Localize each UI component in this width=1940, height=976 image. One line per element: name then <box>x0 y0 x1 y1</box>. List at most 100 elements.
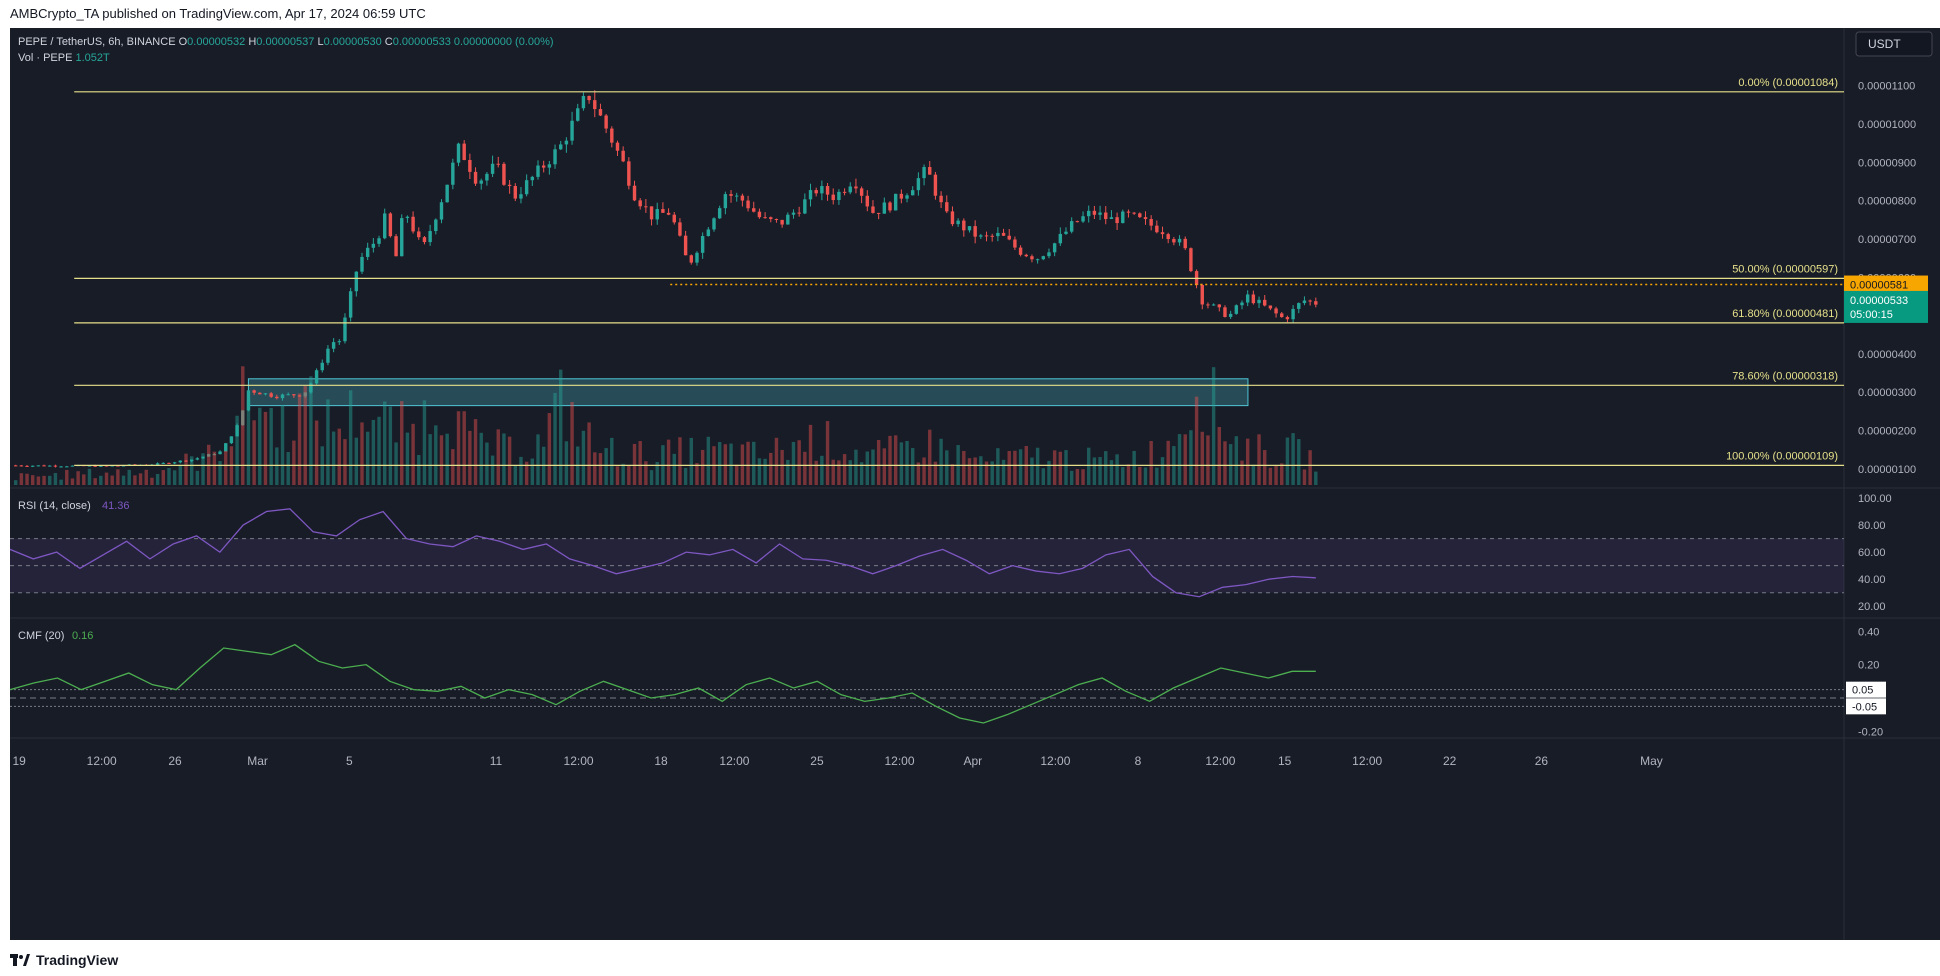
volume-bar <box>1166 440 1170 485</box>
legend-part: PEPE / TetherUS, 6h, BINANCE <box>18 36 179 48</box>
volume-bar <box>280 404 285 485</box>
volume-bar <box>1217 426 1221 485</box>
candle-body <box>275 396 279 399</box>
volume-bar <box>979 456 983 485</box>
volume-bar <box>121 475 126 485</box>
candle-body <box>434 219 438 232</box>
volume-bar <box>218 461 222 485</box>
candle-body <box>388 213 393 237</box>
volume-bar <box>1314 471 1318 485</box>
volume-bar <box>343 439 347 485</box>
candle-body <box>417 231 421 238</box>
candle-body <box>990 235 994 237</box>
legend-part: Vol · PEPE <box>18 52 75 64</box>
publish-info: AMBCrypto_TA published on TradingView.co… <box>10 6 426 21</box>
volume-bar <box>882 448 887 485</box>
volume-bar <box>1183 434 1187 485</box>
candle-body <box>1121 211 1125 224</box>
volume-bar <box>1274 465 1278 485</box>
rsi-axis-tick: 40.00 <box>1858 574 1886 586</box>
candle-body <box>973 226 977 237</box>
volume-bar <box>377 416 381 485</box>
chart-canvas[interactable]: 0.00% (0.00001084) 50.00% (0.00000597) 61.… <box>9 28 1940 940</box>
volume-bar <box>700 449 705 485</box>
volume-bar <box>485 442 489 485</box>
volume-bar <box>530 458 535 485</box>
candle-body <box>439 202 444 220</box>
candle-body <box>252 390 256 393</box>
volume-bar <box>553 392 557 485</box>
candle-body <box>1302 300 1307 304</box>
candle-body <box>371 243 376 248</box>
volume-bar <box>1206 435 1210 485</box>
candle-body <box>984 235 989 237</box>
volume-bar <box>723 444 728 485</box>
candle-body <box>530 176 535 181</box>
volume-bar <box>746 441 750 485</box>
candle-body <box>31 465 35 467</box>
candle-body <box>326 348 330 363</box>
volume-bar <box>922 457 926 485</box>
volume-bar <box>729 443 733 485</box>
candle-body <box>172 462 177 464</box>
candle-body <box>661 209 665 213</box>
candle-body <box>638 200 642 207</box>
candle-body <box>598 109 603 116</box>
candle-body <box>683 235 688 256</box>
volume-bar <box>1240 460 1244 485</box>
volume-bar <box>695 463 699 485</box>
candle-body <box>1047 252 1051 257</box>
candle-body <box>519 194 523 199</box>
volume-bar <box>564 441 569 485</box>
candle-body <box>780 219 784 225</box>
candle-body <box>1001 232 1006 236</box>
volume-bar <box>309 376 313 485</box>
volume-bar <box>672 453 676 485</box>
price-axis-tick: 0.00000700 <box>1858 234 1916 246</box>
tradingview-snapshot: AMBCrypto_TA published on TradingView.co… <box>0 0 1940 976</box>
candle-body <box>649 206 654 220</box>
volume-bar <box>507 436 512 485</box>
price-axis-tick: 0.00000100 <box>1858 464 1916 476</box>
volume-bar <box>1087 447 1091 485</box>
time-axis-label: 26 <box>1535 754 1549 768</box>
candle-body <box>655 209 659 220</box>
volume-bar <box>59 479 63 485</box>
volume-bar <box>536 434 540 485</box>
candle-body <box>365 247 370 257</box>
volume-bar <box>587 422 591 485</box>
cmf-title: CMF (20) <box>18 630 64 642</box>
candle-body <box>1308 300 1312 302</box>
candle-body <box>218 451 222 455</box>
volume-bar <box>950 464 955 485</box>
volume-bar <box>1047 460 1051 485</box>
volume-bar <box>962 450 966 485</box>
price-axis-tick: 0.00000200 <box>1858 426 1916 438</box>
volume-bar <box>797 440 801 485</box>
candle-body <box>1030 256 1034 260</box>
chart-svg[interactable]: 0.00% (0.00001084) 50.00% (0.00000597) 61.… <box>9 28 1940 940</box>
candle-body <box>53 465 58 467</box>
volume-bar <box>411 423 415 485</box>
legend-part: 1.052T <box>75 52 110 64</box>
volume-bar <box>1030 457 1034 485</box>
candle-body <box>19 465 24 467</box>
volume-bar <box>1052 450 1057 485</box>
volume-bar <box>65 469 69 485</box>
candle-body <box>746 200 750 209</box>
candle-body <box>161 462 165 464</box>
volume-bar <box>973 457 977 485</box>
candle-body <box>956 220 960 225</box>
candle-body <box>837 191 841 201</box>
rsi-axis-tick: 20.00 <box>1858 601 1886 613</box>
volume-bar <box>547 413 552 485</box>
candle-body <box>1314 301 1318 305</box>
candle-body <box>1285 317 1290 320</box>
volume-bar <box>104 472 109 485</box>
time-axis-label: 19 <box>12 754 26 768</box>
candle-body <box>224 443 228 452</box>
fib-label: 100.00% (0.00000109) <box>1726 450 1838 462</box>
volume-bar <box>439 435 444 485</box>
candle-body <box>1155 225 1159 233</box>
volume-bar <box>405 432 410 485</box>
